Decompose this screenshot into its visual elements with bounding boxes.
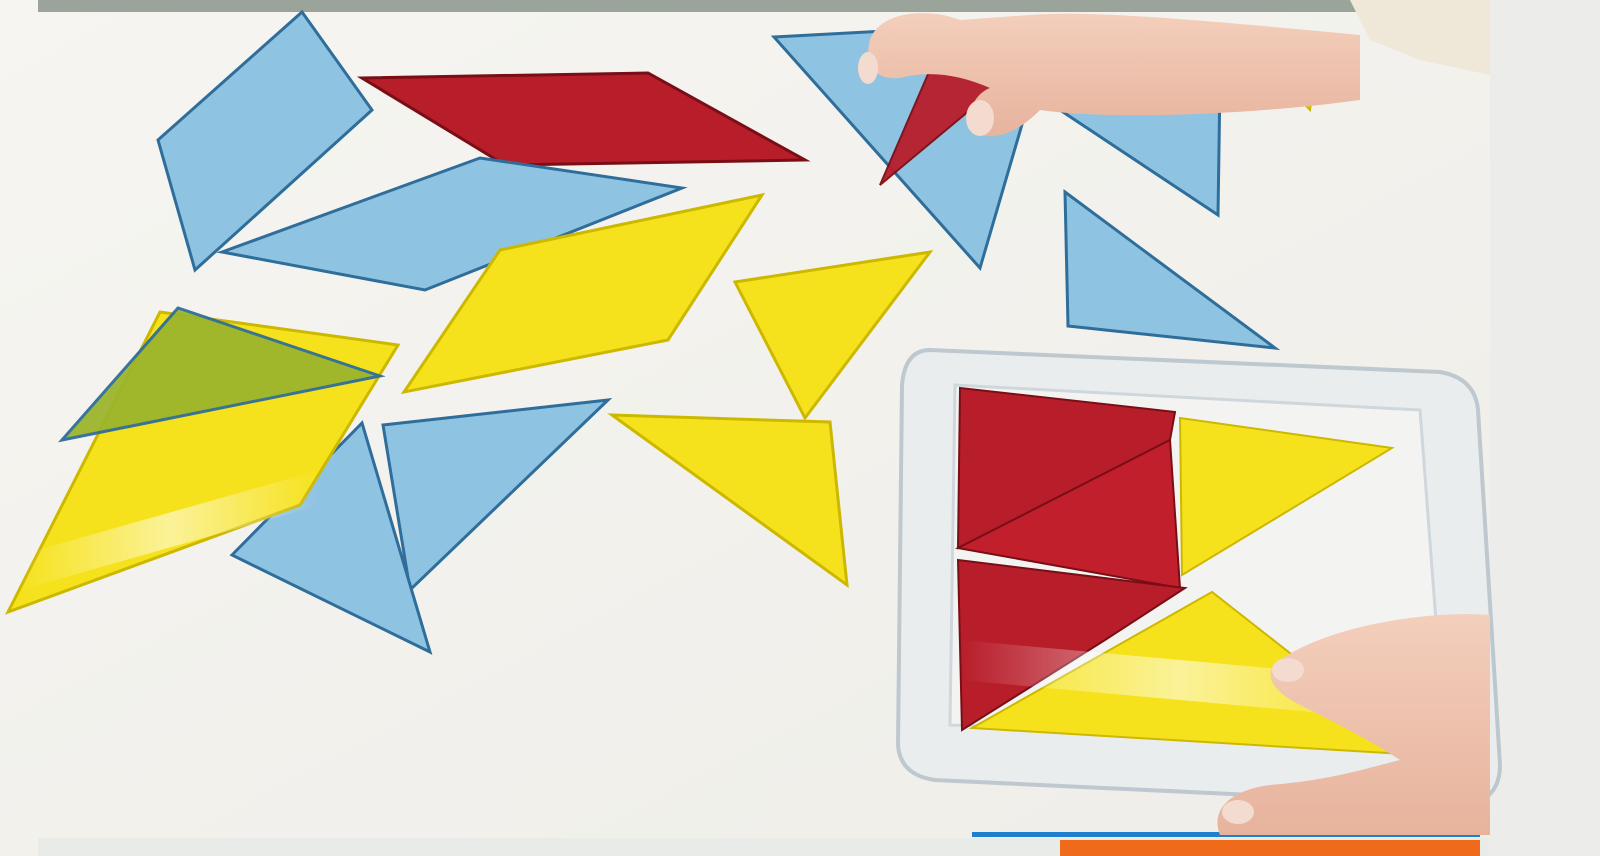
fingernail-3 (1272, 658, 1304, 682)
fingernail-1 (966, 100, 994, 136)
tangram-photo (0, 0, 1600, 856)
fingernail-4 (1222, 800, 1254, 824)
accent-orange (1060, 840, 1480, 856)
top-border (38, 0, 1488, 12)
photo-frame (0, 0, 1600, 856)
right-margin (1490, 0, 1600, 856)
fingernail-2 (858, 52, 878, 84)
